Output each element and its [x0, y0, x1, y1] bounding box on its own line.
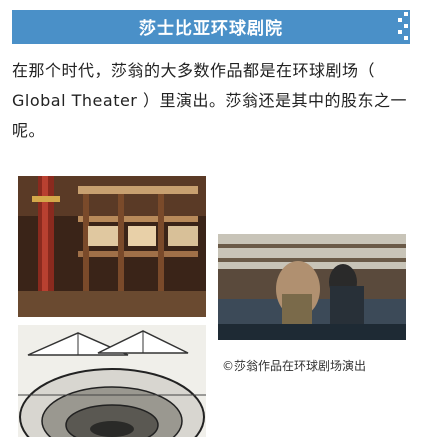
globe-theater-engraving: [18, 325, 206, 437]
section-banner: 莎士比亚环球剧院: [12, 10, 410, 42]
banner-pixel-decoration: [394, 10, 410, 42]
image-caption: ©莎翁作品在环球剧场演出: [222, 359, 367, 373]
body-paragraph: 在那个时代，莎翁的大多数作品都是在环球剧场（ Global Theater ）里…: [12, 61, 407, 140]
globe-theater-performance-photo: [218, 234, 406, 340]
banner-underline: [12, 42, 410, 44]
globe-theater-interior-photo: [18, 176, 206, 317]
section-title: 莎士比亚环球剧院: [139, 18, 283, 39]
